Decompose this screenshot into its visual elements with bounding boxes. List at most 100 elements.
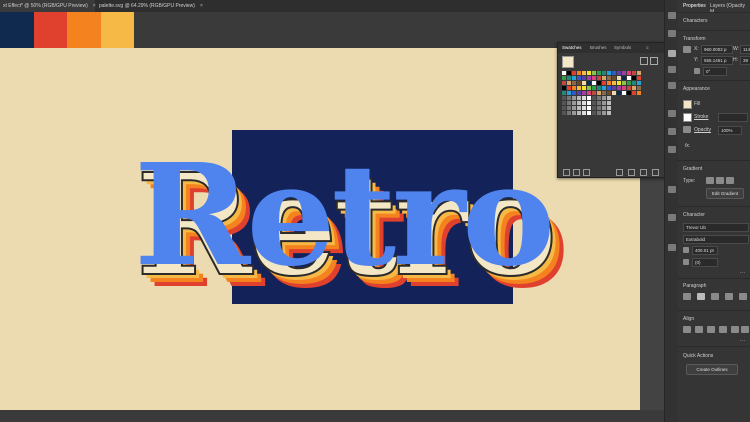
swatch-cell[interactable] [637,86,641,90]
swatch-cell[interactable] [577,96,581,100]
swatch-cell[interactable] [627,81,631,85]
swatch-cell[interactable] [612,76,616,80]
swatch-cell[interactable] [592,91,596,95]
swatch-cell[interactable] [602,71,606,75]
swatch-cell[interactable] [597,71,601,75]
swatch-cell[interactable] [577,111,581,115]
swatch-cell[interactable] [597,81,601,85]
paragraph-dock-icon[interactable] [668,214,676,221]
stroke-dock-icon[interactable] [668,110,676,117]
x-position-field[interactable]: 960.0002 p [701,45,733,54]
swatch-cell[interactable] [607,96,611,100]
swatch-cell[interactable] [592,96,596,100]
swatch-cell[interactable] [602,96,606,100]
swatch-cell[interactable] [567,96,571,100]
swatch-cell[interactable] [617,86,621,90]
align-center-icon[interactable] [697,293,705,300]
swatch-cell[interactable] [567,86,571,90]
align-top-edge-icon[interactable] [719,326,727,333]
swatch-cell[interactable] [627,71,631,75]
swatch-cell[interactable] [562,76,566,80]
swatch-cell[interactable] [602,86,606,90]
linear-gradient-icon[interactable] [706,177,714,184]
justify-icon[interactable] [725,293,733,300]
swatch-cell[interactable] [607,101,611,105]
swatch-cell[interactable] [597,101,601,105]
swatch-cell[interactable] [597,86,601,90]
swatch-cell[interactable] [582,106,586,110]
swatch-cell[interactable] [562,91,566,95]
swatch-cell[interactable] [597,91,601,95]
tab-swatches[interactable]: Swatches [562,43,582,53]
swatch-cell[interactable] [582,76,586,80]
swatch-cell[interactable] [637,81,641,85]
swatch-cell[interactable] [582,81,586,85]
align-left-icon[interactable] [683,293,691,300]
swatch-cell[interactable] [587,91,591,95]
swatch-cell[interactable] [567,106,571,110]
swatch-cell[interactable] [562,81,566,85]
swatch-cell[interactable] [637,76,641,80]
more-options-icon[interactable]: ··· [740,338,745,344]
edit-gradient-button[interactable]: Edit Gradient [706,188,744,199]
swatch-cell[interactable] [622,86,626,90]
fill-stroke-icon[interactable] [562,56,574,68]
swatch-cell[interactable] [567,81,571,85]
libraries-dock-icon[interactable] [668,30,676,37]
swatch-cell[interactable] [572,101,576,105]
swatch-cell[interactable] [592,101,596,105]
swatch-cell[interactable] [612,71,616,75]
swatch-cell[interactable] [637,91,641,95]
swatch-cell[interactable] [607,91,611,95]
fill-swatch[interactable] [683,100,692,109]
width-field[interactable]: 114 [740,45,750,54]
swatch-cell[interactable] [582,91,586,95]
transparency-dock-icon[interactable] [668,146,676,153]
swatch-cell[interactable] [577,81,581,85]
swatch-cell[interactable] [622,81,626,85]
swatch-cell[interactable] [632,81,636,85]
swatch-cell[interactable] [587,101,591,105]
swatch-cell[interactable] [617,91,621,95]
swatch-cell[interactable] [607,106,611,110]
swatch-cell[interactable] [607,71,611,75]
swatch-cell[interactable] [602,101,606,105]
swatch-cell[interactable] [582,101,586,105]
swatch-cell[interactable] [582,86,586,90]
stroke-weight-field[interactable] [718,113,748,122]
stroke-label[interactable]: Stroke [694,114,708,120]
align-right-icon[interactable] [711,293,719,300]
swatch-cell[interactable] [597,111,601,115]
swatch-cell[interactable] [582,96,586,100]
swatch-cell[interactable] [562,111,566,115]
swatch-cell[interactable] [567,101,571,105]
swatch-cell[interactable] [592,106,596,110]
tab-properties[interactable]: Properties [683,3,706,9]
tab-layers[interactable]: Layers (Opacity M [710,3,750,15]
swatch-cell[interactable] [592,81,596,85]
swatch-cell[interactable] [627,86,631,90]
font-size-field[interactable]: 400.01 pt [692,246,718,255]
swatch-cell[interactable] [562,71,566,75]
panel-menu-icon[interactable]: ≡ [646,43,649,53]
swatch-cell[interactable] [567,71,571,75]
swatch-cell[interactable] [577,91,581,95]
swatches-dock-icon[interactable] [668,50,676,57]
y-position-field[interactable]: 555.1451 p [701,56,733,65]
swatch-cell[interactable] [592,71,596,75]
symbols-dock-icon[interactable] [668,82,676,89]
show-kinds-icon[interactable] [573,169,580,176]
align-right-edge-icon[interactable] [707,326,715,333]
swatch-cell[interactable] [622,76,626,80]
swatch-cell[interactable] [562,101,566,105]
swatch-cell[interactable] [577,101,581,105]
align-bottom-edge-icon[interactable] [741,326,749,333]
align-horizontal-center-icon[interactable] [695,326,703,333]
brushes-dock-icon[interactable] [668,66,676,73]
swatch-cell[interactable] [572,86,576,90]
swatch-cell[interactable] [592,111,596,115]
swatch-cell[interactable] [592,86,596,90]
more-options-icon[interactable]: ··· [740,270,745,276]
list-view-icon[interactable] [640,57,648,65]
swatch-cell[interactable] [622,91,626,95]
